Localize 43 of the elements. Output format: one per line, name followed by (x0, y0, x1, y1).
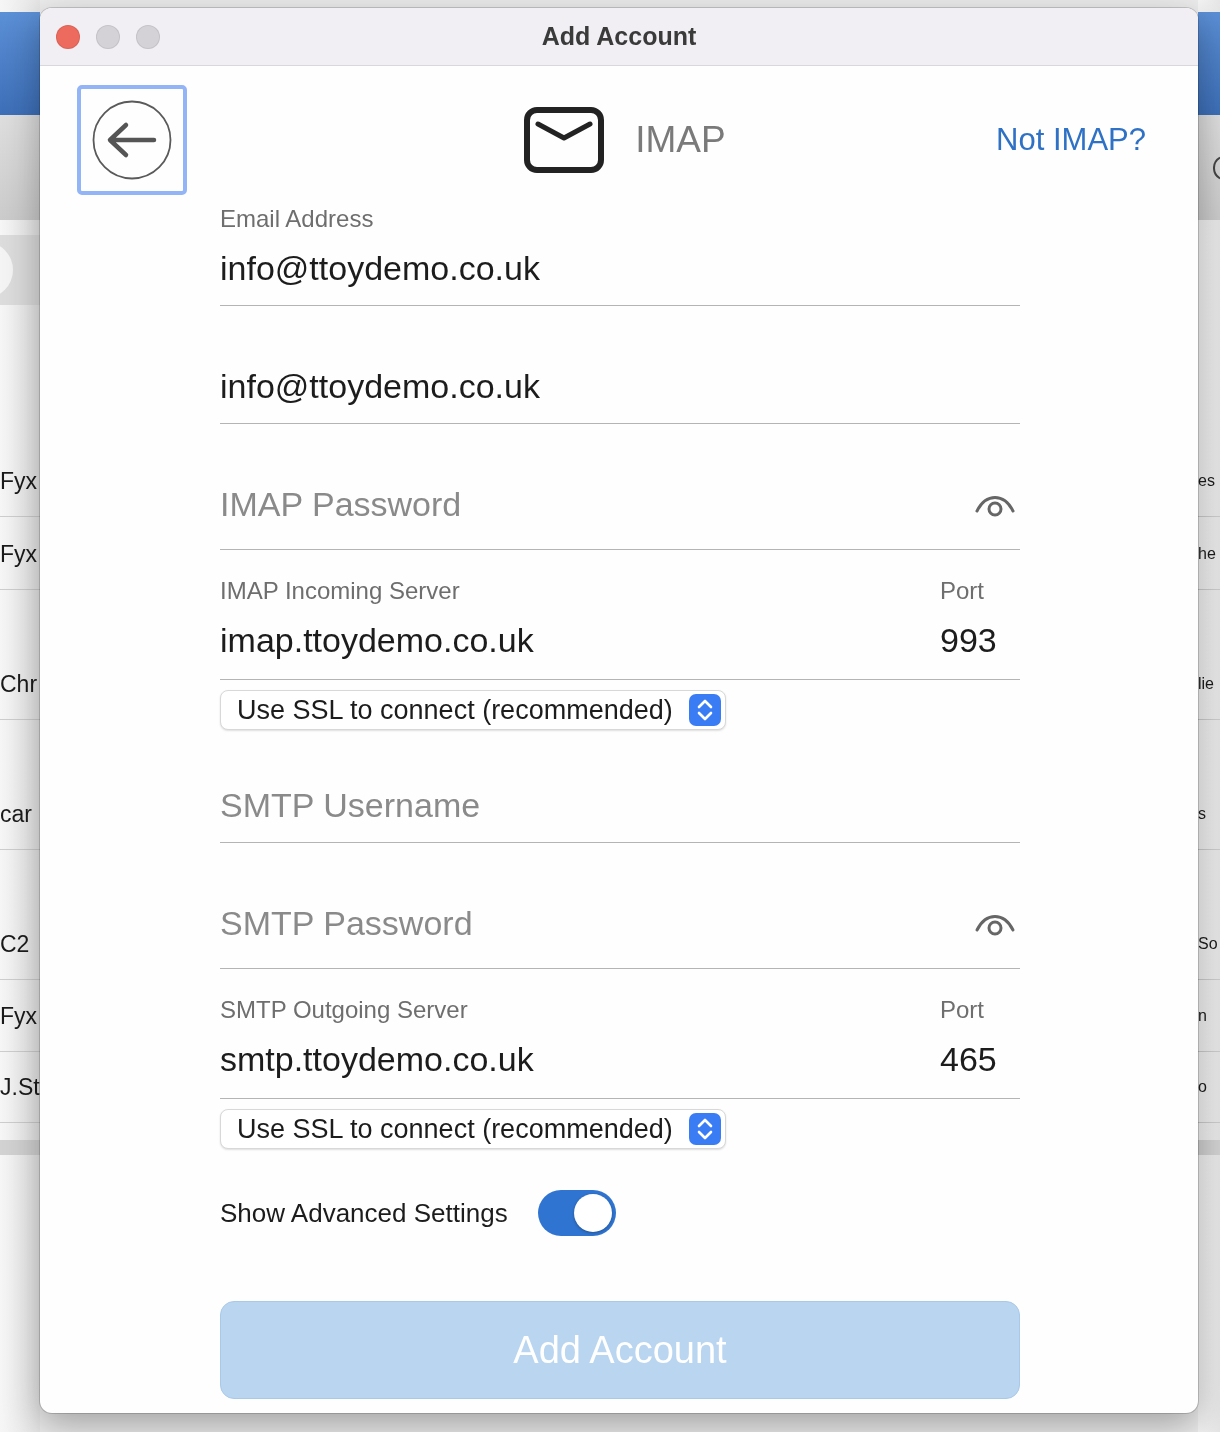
port-label: Port (940, 995, 984, 1025)
security-select[interactable]: Use SSL to connect (recommended) (220, 690, 726, 730)
password-field[interactable]: IMAP Password (220, 484, 962, 524)
list-item-text: Fyx (0, 468, 38, 494)
text-field[interactable]: info@ttoydemo.co.uk (220, 366, 1020, 406)
list-item-text: C2 (0, 931, 30, 957)
setting-label: Show Advanced Settings (220, 1197, 508, 1229)
circle-arrow-left-icon (92, 100, 172, 180)
password-field[interactable]: SMTP Password (220, 903, 962, 943)
list-item-text: So (1198, 934, 1218, 954)
list-item-text: s (1198, 804, 1206, 824)
list-item-text: es (1198, 471, 1215, 491)
list-item-text: Fyx (0, 1003, 38, 1029)
switch-protocol-link[interactable]: Not IMAP? (996, 122, 1146, 158)
back-button[interactable] (77, 85, 187, 195)
port-field[interactable]: 465 (940, 1039, 1020, 1079)
list-item-text: Chr (0, 671, 38, 697)
list-item-text: o (1198, 1077, 1207, 1097)
list-item-text: he (1198, 544, 1216, 564)
horizontal-scrollbar (0, 1140, 40, 1155)
horizontal-scrollbar (1198, 1140, 1220, 1155)
text-field[interactable]: SMTP Username (220, 785, 1020, 825)
window-title: Add Account (541, 22, 697, 51)
text-field[interactable]: info@ttoydemo.co.uk (220, 248, 1020, 288)
toggle-switch[interactable] (537, 1190, 616, 1236)
envelope-icon (524, 107, 605, 173)
list-item-text: Fyx (0, 541, 38, 567)
stepper-icon (688, 1113, 721, 1145)
server-field[interactable]: smtp.ttoydemo.co.uk (220, 1039, 940, 1079)
stepper-icon (688, 694, 721, 726)
port-label: Port (940, 576, 984, 606)
list-item-text: car (0, 801, 32, 827)
field-label: IMAP Incoming Server (220, 576, 460, 606)
field-label: SMTP Outgoing Server (220, 995, 468, 1025)
close-button[interactable] (56, 24, 80, 49)
server-field[interactable]: imap.ttoydemo.co.uk (220, 620, 940, 660)
list-item-text: lie (1198, 674, 1214, 694)
port-field[interactable]: 993 (940, 620, 1020, 660)
field-label: Email Address (220, 204, 375, 234)
security-select[interactable]: Use SSL to connect (recommended) (220, 1109, 726, 1149)
list-item-text: J.St (0, 1074, 40, 1100)
protocol-title: IMAP (635, 119, 726, 161)
list-item-text: n (1198, 1006, 1207, 1026)
